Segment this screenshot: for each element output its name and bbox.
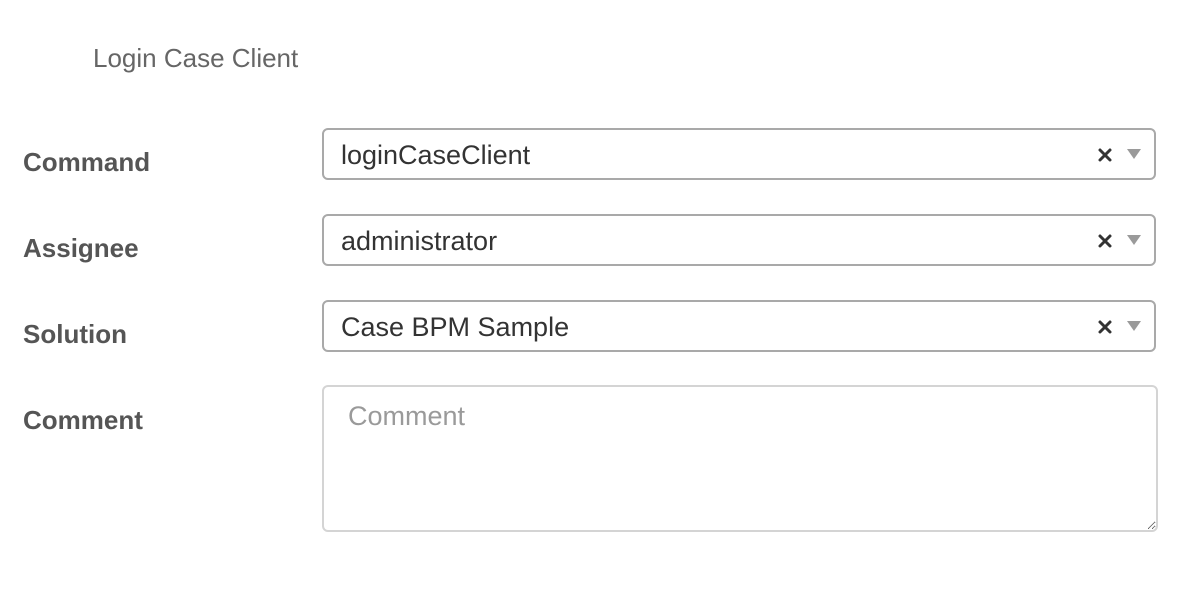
clear-x-icon[interactable] (1096, 232, 1114, 250)
clear-x-icon[interactable] (1096, 318, 1114, 336)
form-title: Login Case Client (93, 43, 299, 73)
chevron-down-icon[interactable] (1126, 320, 1142, 332)
solution-label: Solution (23, 319, 127, 349)
command-select[interactable]: loginCaseClient (322, 128, 1156, 180)
assignee-select[interactable]: administrator (322, 214, 1156, 266)
comment-label: Comment (23, 405, 143, 435)
assignee-label: Assignee (23, 233, 139, 263)
clear-x-icon[interactable] (1096, 146, 1114, 164)
solution-select[interactable]: Case BPM Sample (322, 300, 1156, 352)
command-label: Command (23, 147, 151, 177)
comment-textarea[interactable] (322, 385, 1158, 532)
chevron-down-icon[interactable] (1126, 234, 1142, 246)
chevron-down-icon[interactable] (1126, 148, 1142, 160)
command-value: loginCaseClient (341, 140, 531, 170)
assignee-value: administrator (341, 226, 498, 256)
solution-value: Case BPM Sample (341, 312, 570, 342)
